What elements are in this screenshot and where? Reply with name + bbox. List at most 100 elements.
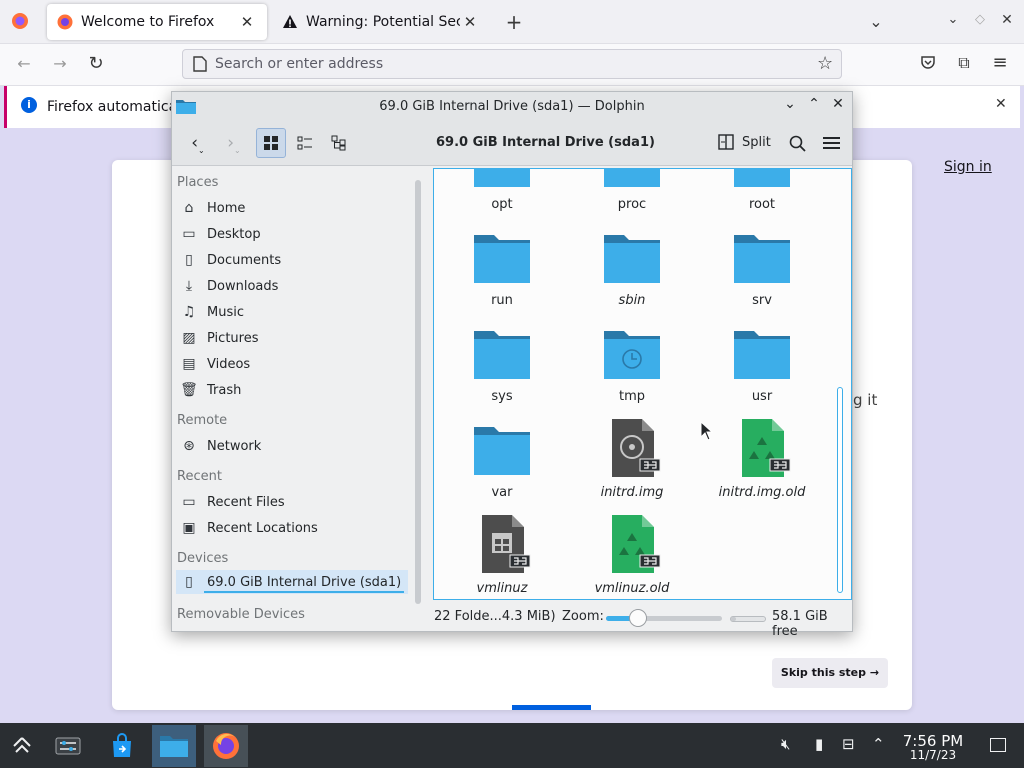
network-icon: ⊛ xyxy=(183,438,195,454)
places-desktop[interactable]: ▭ Desktop xyxy=(176,222,408,246)
volume-muted-icon[interactable]: 🔇︎ xyxy=(781,735,790,753)
file-item[interactable]: srv xyxy=(702,221,822,317)
file-item[interactable]: proc xyxy=(572,169,692,221)
folder-icon xyxy=(732,231,792,289)
file-name: var xyxy=(491,485,513,500)
file-view-scrollbar[interactable] xyxy=(837,387,843,593)
places-home[interactable]: ⌂ Home xyxy=(176,196,408,220)
warning-icon xyxy=(283,15,297,28)
places-documents[interactable]: ▯ Documents xyxy=(176,248,408,272)
pocket-icon[interactable] xyxy=(916,54,940,74)
application-launcher[interactable] xyxy=(0,725,44,767)
places-trash[interactable]: 🗑︎ Trash xyxy=(176,378,408,402)
folder-icon xyxy=(602,169,662,193)
details-view-button[interactable] xyxy=(324,128,354,158)
file-item[interactable]: opt xyxy=(442,169,562,221)
tab-security-warning[interactable]: Warning: Potential Security Risk Ahead ✕ xyxy=(272,4,490,40)
recycle-file-icon xyxy=(738,417,798,483)
file-item[interactable]: run xyxy=(442,221,562,317)
compact-view-button[interactable] xyxy=(290,128,320,158)
file-item[interactable]: vmlinuz xyxy=(442,509,562,599)
tab-label: Warning: Potential Security Risk Ahead xyxy=(306,14,460,30)
file-item[interactable]: tmp xyxy=(572,317,692,413)
places-recent-files[interactable]: ▭ Recent Files xyxy=(176,490,408,514)
forward-icon[interactable]: → xyxy=(48,54,72,73)
restore-icon[interactable]: ◇ xyxy=(968,12,992,27)
places-label: Home xyxy=(207,200,246,216)
file-item[interactable]: sys xyxy=(442,317,562,413)
icons-view-button[interactable] xyxy=(256,128,286,158)
network-status-icon[interactable]: ⊟ xyxy=(842,735,855,753)
file-item[interactable]: vmlinuz.old xyxy=(572,509,692,599)
menu-icon xyxy=(822,137,840,149)
bookmark-star-icon[interactable]: ☆ xyxy=(817,53,833,74)
file-item[interactable]: usr xyxy=(702,317,822,413)
sign-in-link[interactable]: Sign in xyxy=(944,159,992,175)
file-item[interactable]: sbin xyxy=(572,221,692,317)
taskbar-firefox[interactable] xyxy=(204,725,248,767)
recycle-file-icon xyxy=(608,513,668,579)
close-tab-icon[interactable]: ✕ xyxy=(237,13,257,31)
title-bar[interactable]: 69.0 GiB Internal Drive (sda1) — Dolphin… xyxy=(172,92,852,120)
file-item[interactable]: initrd.img xyxy=(572,413,692,509)
zoom-slider-handle[interactable] xyxy=(629,609,647,627)
places-videos[interactable]: ▤ Videos xyxy=(176,352,408,376)
forward-button[interactable]: › ⌄ xyxy=(218,128,250,158)
skip-step-button[interactable]: Skip this step → xyxy=(772,658,888,688)
file-item[interactable]: initrd.img.old xyxy=(702,413,822,509)
file-item[interactable]: var xyxy=(442,413,562,509)
taskbar-dolphin[interactable] xyxy=(152,725,196,767)
tab-welcome[interactable]: Welcome to Firefox ✕ xyxy=(47,4,267,40)
grid-icon xyxy=(264,136,278,150)
close-tab-icon[interactable]: ✕ xyxy=(460,13,480,31)
maximize-icon[interactable]: ⌃ xyxy=(804,96,824,112)
address-bar[interactable]: Search or enter address ☆ xyxy=(182,49,842,79)
extensions-icon[interactable]: ⧉ xyxy=(952,53,976,73)
minimize-icon[interactable]: ⌄ xyxy=(941,12,965,27)
places-label: Videos xyxy=(207,356,251,372)
minimize-icon[interactable]: ⌄ xyxy=(780,96,800,112)
discover-store-icon xyxy=(113,733,131,757)
status-summary: 22 Folde...4.3 MiB) xyxy=(434,609,556,624)
recent-files-icon: ▭ xyxy=(182,494,196,510)
close-icon[interactable]: ✕ xyxy=(828,96,848,112)
places-label: Network xyxy=(207,438,262,454)
location-breadcrumb[interactable]: 69.0 GiB Internal Drive (sda1) xyxy=(436,135,655,150)
list-all-tabs-icon[interactable]: ⌄ xyxy=(864,12,888,31)
tab-bar: Welcome to Firefox ✕ Warning: Potential … xyxy=(0,0,1024,44)
places-label: Desktop xyxy=(207,226,261,242)
places-network[interactable]: ⊛ Network xyxy=(176,434,408,458)
close-notice-icon[interactable]: ✕ xyxy=(995,96,1007,112)
back-icon[interactable]: ← xyxy=(12,54,36,73)
places-pictures[interactable]: ▨ Pictures xyxy=(176,326,408,350)
zoom-label: Zoom: xyxy=(562,609,604,624)
mouse-cursor-icon xyxy=(700,421,714,441)
dolphin-window: 69.0 GiB Internal Drive (sda1) — Dolphin… xyxy=(171,91,853,639)
places-music[interactable]: ♫ Music xyxy=(176,300,408,324)
settings-sliders-icon xyxy=(55,737,81,755)
close-window-icon[interactable]: ✕ xyxy=(995,12,1019,28)
file-name: srv xyxy=(752,293,772,308)
places-recent-locations[interactable]: ▣ Recent Locations xyxy=(176,516,408,540)
search-button[interactable] xyxy=(784,128,810,158)
places-downloads[interactable]: ⤓ Downloads xyxy=(176,274,408,298)
menu-icon[interactable]: ≡ xyxy=(988,52,1012,73)
show-hidden-icons[interactable]: ⌃ xyxy=(872,735,885,753)
reload-icon[interactable]: ↻ xyxy=(84,53,108,74)
battery-icon[interactable]: ▮ xyxy=(815,735,823,753)
split-button[interactable]: Split xyxy=(718,134,771,150)
firefox-view-icon[interactable] xyxy=(8,12,32,34)
taskbar-discover[interactable] xyxy=(100,725,144,767)
file-view[interactable]: opt proc root run sbin srv sys tmp usr var initrd.… xyxy=(433,168,852,600)
back-button[interactable]: ‹ ⌄ xyxy=(182,128,214,158)
hamburger-menu-button[interactable] xyxy=(818,128,844,158)
show-desktop-button[interactable] xyxy=(990,738,1006,752)
places-scrollbar[interactable] xyxy=(415,180,421,604)
pictures-icon: ▨ xyxy=(182,330,196,346)
file-name: vmlinuz xyxy=(476,581,528,596)
places-internal-drive[interactable]: ▯ 69.0 GiB Internal Drive (sda1) xyxy=(176,570,408,594)
new-tab-icon[interactable]: + xyxy=(502,10,526,34)
clock-date[interactable]: 11/7/23 xyxy=(897,748,969,762)
file-item[interactable]: root xyxy=(702,169,822,221)
taskbar-settings[interactable] xyxy=(46,725,90,767)
